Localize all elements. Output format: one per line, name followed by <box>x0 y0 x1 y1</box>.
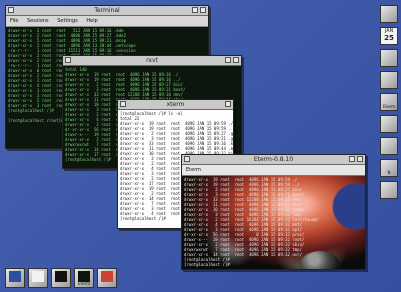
maximize-icon[interactable] <box>233 57 239 63</box>
dock-bird-icon[interactable] <box>380 181 398 199</box>
dock-item-label: Eterm <box>382 104 396 109</box>
menu-eterm[interactable]: Eterm <box>186 167 201 173</box>
title-bar[interactable]: rxvt <box>63 56 241 66</box>
window-title: Terminal <box>94 7 120 14</box>
terminal-window-4[interactable]: Eterm-0.8.10 Eterm drwxr-xr-x 19 root ro… <box>181 154 366 270</box>
bottom-shelf: Eterm <box>5 268 120 288</box>
menu-settings[interactable]: Settings <box>57 18 78 24</box>
dock-n-icon[interactable]: N <box>380 159 398 177</box>
maximize-icon[interactable] <box>357 156 363 162</box>
window-title: Eterm-0.8.10 <box>253 156 294 163</box>
menu-help[interactable]: Help <box>86 18 97 24</box>
title-bar[interactable]: Terminal <box>6 6 208 16</box>
minimize-icon[interactable] <box>192 7 198 13</box>
terminal-background-image: Eterm drwxr-xr-x 19 root root 4096 JAN 1… <box>182 165 365 269</box>
title-bar[interactable]: Eterm-0.8.10 <box>182 155 365 165</box>
menu-file[interactable]: File <box>10 18 18 24</box>
title-bar[interactable]: xterm <box>118 100 233 110</box>
shelf-glyph <box>101 271 113 282</box>
shelf-monitor-icon[interactable] <box>5 268 25 288</box>
window-title: xterm <box>166 101 185 108</box>
shelf-terminal-icon[interactable]: Eterm <box>74 268 94 288</box>
shelf-glyph <box>32 271 44 282</box>
minimize-icon[interactable] <box>349 156 355 162</box>
terminal-line: [root@localhost /]# <box>184 262 230 267</box>
shelf-item-label: Eterm <box>77 281 91 286</box>
dock-globe-icon[interactable] <box>380 71 398 89</box>
maximize-icon[interactable] <box>225 101 231 107</box>
terminal-output[interactable]: drwxr-xr-x 19 root root 4096 JAN 15 09:5… <box>182 176 365 268</box>
calendar-day: 25 <box>384 34 394 42</box>
shelf-glyph <box>55 271 67 282</box>
dock-app-icon[interactable] <box>380 5 398 23</box>
dock-notes-icon[interactable] <box>380 49 398 67</box>
menu-bar: Eterm <box>182 165 365 176</box>
dock-calendar-icon[interactable]: JAN 25 <box>380 27 398 45</box>
shelf-penguin-icon[interactable] <box>51 268 71 288</box>
shelf-window-icon[interactable] <box>28 268 48 288</box>
right-dock: JAN 25 Eterm N <box>380 5 398 203</box>
dock-item-label: N <box>387 170 391 175</box>
dock-swirl-icon[interactable] <box>380 115 398 133</box>
minimize-icon[interactable] <box>225 57 231 63</box>
maximize-icon[interactable] <box>200 7 206 13</box>
menu-sessions[interactable]: Sessions <box>27 18 49 24</box>
shelf-paint-icon[interactable] <box>97 268 117 288</box>
dock-terminal-icon[interactable]: Eterm <box>380 93 398 111</box>
menu-bar: File Sessions Settings Help <box>6 16 208 27</box>
dock-browser-icon[interactable] <box>380 137 398 155</box>
window-title: rxvt <box>146 57 158 64</box>
shelf-glyph <box>9 271 21 282</box>
